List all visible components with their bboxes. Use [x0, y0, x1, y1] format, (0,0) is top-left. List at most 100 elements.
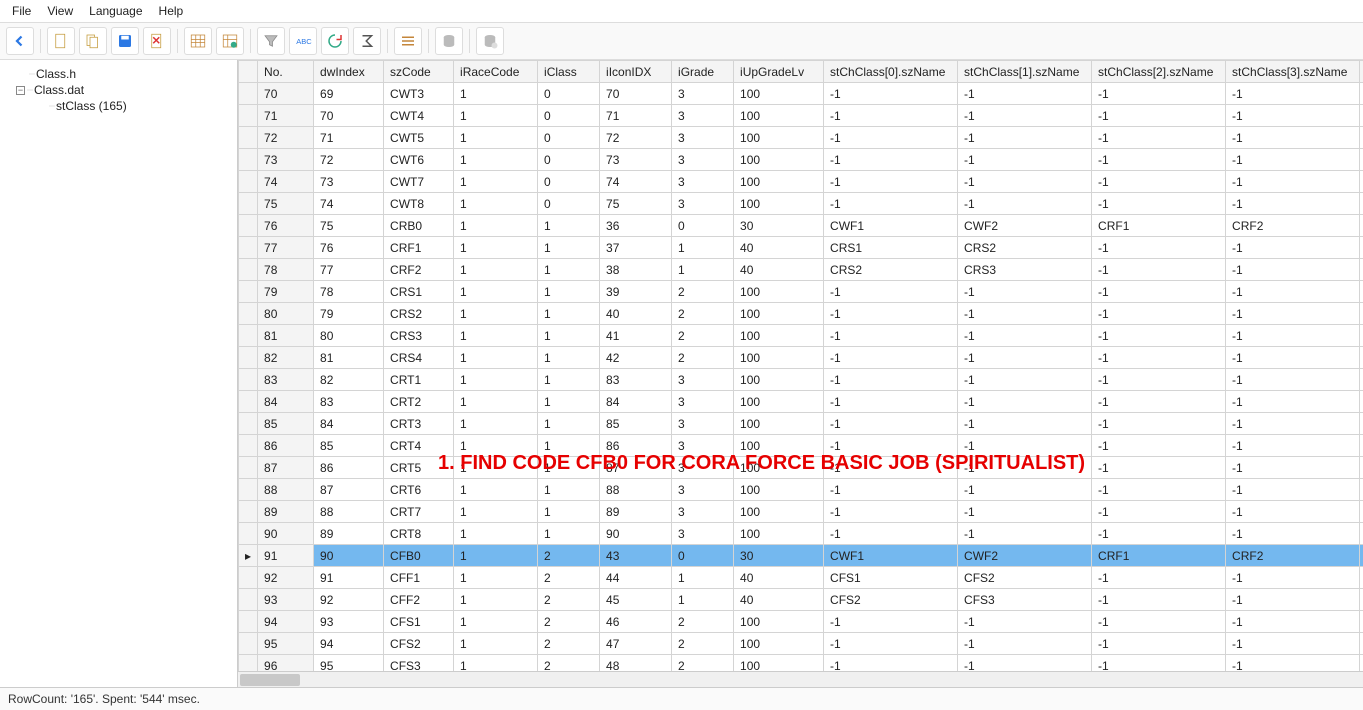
table-row[interactable]: 8887CRT611883100-1-1-1-1-: [239, 479, 1363, 501]
cell[interactable]: 1: [454, 413, 538, 435]
cell[interactable]: 100: [734, 523, 824, 545]
cell[interactable]: -1: [958, 655, 1092, 672]
cell[interactable]: -1: [1092, 413, 1226, 435]
cell[interactable]: 0: [672, 215, 734, 237]
cell[interactable]: -1: [958, 127, 1092, 149]
cell[interactable]: -: [1360, 567, 1363, 589]
db1-button[interactable]: [435, 27, 463, 55]
row-number[interactable]: 72: [258, 127, 314, 149]
cell[interactable]: 2: [538, 611, 600, 633]
cell[interactable]: 1: [538, 281, 600, 303]
cell[interactable]: 1: [672, 237, 734, 259]
cell[interactable]: 1: [454, 303, 538, 325]
column-header[interactable]: dwIndex: [314, 61, 384, 83]
cell[interactable]: 2: [672, 325, 734, 347]
cell[interactable]: -: [1360, 259, 1363, 281]
cell[interactable]: 1: [454, 457, 538, 479]
row-number[interactable]: 84: [258, 391, 314, 413]
row-number[interactable]: 70: [258, 83, 314, 105]
cell[interactable]: -1: [1226, 655, 1360, 672]
cell[interactable]: -: [1360, 237, 1363, 259]
column-header[interactable]: iUpGradeLv: [734, 61, 824, 83]
cell[interactable]: C: [1360, 545, 1363, 567]
cell[interactable]: CFS1: [384, 611, 454, 633]
cell[interactable]: -1: [1092, 611, 1226, 633]
cell[interactable]: CRF1: [1092, 545, 1226, 567]
cell[interactable]: -1: [824, 391, 958, 413]
cell[interactable]: -1: [824, 303, 958, 325]
table-row[interactable]: 7170CWT410713100-1-1-1-1-: [239, 105, 1363, 127]
row-number[interactable]: 80: [258, 303, 314, 325]
cell[interactable]: CFS3: [384, 655, 454, 672]
cell[interactable]: -1: [824, 149, 958, 171]
back-button[interactable]: [6, 27, 34, 55]
cell[interactable]: 100: [734, 325, 824, 347]
cell[interactable]: -1: [1226, 501, 1360, 523]
cell[interactable]: 1: [454, 479, 538, 501]
cell[interactable]: 1: [538, 479, 600, 501]
row-number[interactable]: 83: [258, 369, 314, 391]
cell[interactable]: 1: [454, 567, 538, 589]
cell[interactable]: 84: [314, 413, 384, 435]
cell[interactable]: 1: [672, 567, 734, 589]
cell[interactable]: 38: [600, 259, 672, 281]
cell[interactable]: 1: [454, 523, 538, 545]
cell[interactable]: 1: [454, 545, 538, 567]
cell[interactable]: 72: [314, 149, 384, 171]
cell[interactable]: -1: [824, 479, 958, 501]
cell[interactable]: 74: [600, 171, 672, 193]
cell[interactable]: 70: [600, 83, 672, 105]
sigma-button[interactable]: [353, 27, 381, 55]
row-number[interactable]: 90: [258, 523, 314, 545]
cell[interactable]: 1: [454, 281, 538, 303]
cell[interactable]: -1: [1226, 457, 1360, 479]
cell[interactable]: 3: [672, 127, 734, 149]
cell[interactable]: 48: [600, 655, 672, 672]
cell[interactable]: 1: [538, 391, 600, 413]
cell[interactable]: -1: [1226, 193, 1360, 215]
table-row[interactable]: ▸9190CFB01243030CWF1CWF2CRF1CRF2C: [239, 545, 1363, 567]
cell[interactable]: CRS2: [824, 259, 958, 281]
cell[interactable]: 87: [314, 479, 384, 501]
cell[interactable]: 39: [600, 281, 672, 303]
cell[interactable]: -: [1360, 193, 1363, 215]
cell[interactable]: CFF2: [384, 589, 454, 611]
cell[interactable]: -1: [1226, 589, 1360, 611]
row-number[interactable]: 79: [258, 281, 314, 303]
cell[interactable]: CWT7: [384, 171, 454, 193]
cell[interactable]: -1: [824, 347, 958, 369]
cell[interactable]: 100: [734, 193, 824, 215]
cell[interactable]: -: [1360, 127, 1363, 149]
tree-toggle-icon[interactable]: −: [16, 86, 25, 95]
cell[interactable]: CWT5: [384, 127, 454, 149]
cell[interactable]: CRS2: [958, 237, 1092, 259]
cell[interactable]: -1: [1226, 347, 1360, 369]
cell[interactable]: -1: [1226, 523, 1360, 545]
row-number[interactable]: 78: [258, 259, 314, 281]
cell[interactable]: 89: [314, 523, 384, 545]
cell[interactable]: -: [1360, 523, 1363, 545]
cell[interactable]: -1: [958, 523, 1092, 545]
cell[interactable]: CWT6: [384, 149, 454, 171]
cell[interactable]: 1: [454, 435, 538, 457]
cell[interactable]: 1: [454, 325, 538, 347]
cell[interactable]: 3: [672, 479, 734, 501]
lines-button[interactable]: [394, 27, 422, 55]
cell[interactable]: 73: [600, 149, 672, 171]
cell[interactable]: -1: [1226, 391, 1360, 413]
cell[interactable]: 100: [734, 655, 824, 672]
cell[interactable]: -: [1360, 325, 1363, 347]
cell[interactable]: 100: [734, 127, 824, 149]
cell[interactable]: 42: [600, 347, 672, 369]
table-row[interactable]: 8483CRT211843100-1-1-1-1-: [239, 391, 1363, 413]
menu-view[interactable]: View: [47, 4, 73, 18]
row-number[interactable]: 74: [258, 171, 314, 193]
cell[interactable]: -1: [1092, 589, 1226, 611]
cell[interactable]: -1: [1226, 237, 1360, 259]
cell[interactable]: CRS1: [384, 281, 454, 303]
row-number[interactable]: 88: [258, 479, 314, 501]
table-row[interactable]: 7776CRF11137140CRS1CRS2-1-1-: [239, 237, 1363, 259]
cell[interactable]: 75: [314, 215, 384, 237]
cell[interactable]: CRS4: [384, 347, 454, 369]
cell[interactable]: 1: [672, 259, 734, 281]
